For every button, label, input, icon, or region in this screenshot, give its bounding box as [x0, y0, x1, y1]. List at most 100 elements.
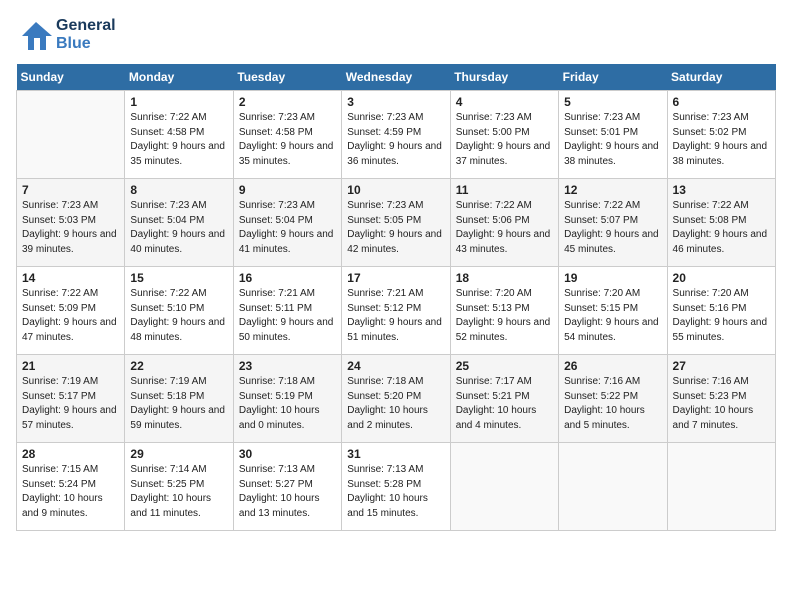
calendar-cell: 27 Sunrise: 7:16 AMSunset: 5:23 PMDaylig… — [667, 355, 775, 443]
day-info: Sunrise: 7:20 AMSunset: 5:15 PMDaylight:… — [564, 287, 661, 345]
day-number: 24 — [347, 359, 444, 373]
calendar-cell: 2 Sunrise: 7:23 AMSunset: 4:58 PMDayligh… — [233, 91, 341, 179]
day-number: 19 — [564, 271, 661, 285]
day-number: 28 — [22, 447, 119, 461]
calendar-cell — [450, 443, 558, 531]
day-number: 23 — [239, 359, 336, 373]
calendar-cell: 5 Sunrise: 7:23 AMSunset: 5:01 PMDayligh… — [559, 91, 667, 179]
day-number: 6 — [673, 95, 770, 109]
calendar-cell: 13 Sunrise: 7:22 AMSunset: 5:08 PMDaylig… — [667, 179, 775, 267]
day-number: 31 — [347, 447, 444, 461]
day-info: Sunrise: 7:21 AMSunset: 5:11 PMDaylight:… — [239, 287, 336, 345]
calendar-cell: 15 Sunrise: 7:22 AMSunset: 5:10 PMDaylig… — [125, 267, 233, 355]
day-info: Sunrise: 7:22 AMSunset: 5:06 PMDaylight:… — [456, 199, 553, 257]
weekday-header-row: SundayMondayTuesdayWednesdayThursdayFrid… — [17, 64, 776, 91]
day-number: 25 — [456, 359, 553, 373]
day-info: Sunrise: 7:21 AMSunset: 5:12 PMDaylight:… — [347, 287, 444, 345]
weekday-header-thursday: Thursday — [450, 64, 558, 91]
calendar-week-row: 1 Sunrise: 7:22 AMSunset: 4:58 PMDayligh… — [17, 91, 776, 179]
calendar-week-row: 14 Sunrise: 7:22 AMSunset: 5:09 PMDaylig… — [17, 267, 776, 355]
calendar-cell: 9 Sunrise: 7:23 AMSunset: 5:04 PMDayligh… — [233, 179, 341, 267]
day-info: Sunrise: 7:22 AMSunset: 4:58 PMDaylight:… — [130, 111, 227, 169]
calendar-cell: 12 Sunrise: 7:22 AMSunset: 5:07 PMDaylig… — [559, 179, 667, 267]
calendar-cell: 29 Sunrise: 7:14 AMSunset: 5:25 PMDaylig… — [125, 443, 233, 531]
day-number: 12 — [564, 183, 661, 197]
day-number: 11 — [456, 183, 553, 197]
calendar-cell: 11 Sunrise: 7:22 AMSunset: 5:06 PMDaylig… — [450, 179, 558, 267]
day-info: Sunrise: 7:19 AMSunset: 5:17 PMDaylight:… — [22, 375, 119, 433]
day-number: 8 — [130, 183, 227, 197]
logo-general: General — [56, 17, 116, 35]
calendar-cell — [559, 443, 667, 531]
calendar-cell: 22 Sunrise: 7:19 AMSunset: 5:18 PMDaylig… — [125, 355, 233, 443]
calendar-cell: 4 Sunrise: 7:23 AMSunset: 5:00 PMDayligh… — [450, 91, 558, 179]
day-info: Sunrise: 7:15 AMSunset: 5:24 PMDaylight:… — [22, 463, 119, 521]
day-info: Sunrise: 7:23 AMSunset: 5:04 PMDaylight:… — [130, 199, 227, 257]
day-number: 27 — [673, 359, 770, 373]
day-number: 3 — [347, 95, 444, 109]
calendar-cell: 3 Sunrise: 7:23 AMSunset: 4:59 PMDayligh… — [342, 91, 450, 179]
day-number: 26 — [564, 359, 661, 373]
day-info: Sunrise: 7:22 AMSunset: 5:09 PMDaylight:… — [22, 287, 119, 345]
day-number: 2 — [239, 95, 336, 109]
calendar-cell: 14 Sunrise: 7:22 AMSunset: 5:09 PMDaylig… — [17, 267, 125, 355]
calendar-cell: 17 Sunrise: 7:21 AMSunset: 5:12 PMDaylig… — [342, 267, 450, 355]
logo: General Blue — [16, 16, 116, 54]
day-number: 18 — [456, 271, 553, 285]
day-info: Sunrise: 7:22 AMSunset: 5:08 PMDaylight:… — [673, 199, 770, 257]
calendar-cell — [17, 91, 125, 179]
calendar-cell: 8 Sunrise: 7:23 AMSunset: 5:04 PMDayligh… — [125, 179, 233, 267]
calendar-week-row: 7 Sunrise: 7:23 AMSunset: 5:03 PMDayligh… — [17, 179, 776, 267]
day-info: Sunrise: 7:14 AMSunset: 5:25 PMDaylight:… — [130, 463, 227, 521]
day-info: Sunrise: 7:13 AMSunset: 5:28 PMDaylight:… — [347, 463, 444, 521]
calendar-cell — [667, 443, 775, 531]
calendar-cell: 28 Sunrise: 7:15 AMSunset: 5:24 PMDaylig… — [17, 443, 125, 531]
day-info: Sunrise: 7:19 AMSunset: 5:18 PMDaylight:… — [130, 375, 227, 433]
calendar-cell: 21 Sunrise: 7:19 AMSunset: 5:17 PMDaylig… — [17, 355, 125, 443]
day-info: Sunrise: 7:23 AMSunset: 5:01 PMDaylight:… — [564, 111, 661, 169]
day-number: 21 — [22, 359, 119, 373]
day-number: 16 — [239, 271, 336, 285]
calendar-cell: 1 Sunrise: 7:22 AMSunset: 4:58 PMDayligh… — [125, 91, 233, 179]
day-info: Sunrise: 7:23 AMSunset: 5:05 PMDaylight:… — [347, 199, 444, 257]
day-info: Sunrise: 7:22 AMSunset: 5:10 PMDaylight:… — [130, 287, 227, 345]
calendar-cell: 6 Sunrise: 7:23 AMSunset: 5:02 PMDayligh… — [667, 91, 775, 179]
calendar-cell: 18 Sunrise: 7:20 AMSunset: 5:13 PMDaylig… — [450, 267, 558, 355]
day-number: 17 — [347, 271, 444, 285]
calendar-week-row: 28 Sunrise: 7:15 AMSunset: 5:24 PMDaylig… — [17, 443, 776, 531]
day-info: Sunrise: 7:23 AMSunset: 4:59 PMDaylight:… — [347, 111, 444, 169]
day-number: 20 — [673, 271, 770, 285]
calendar-cell: 26 Sunrise: 7:16 AMSunset: 5:22 PMDaylig… — [559, 355, 667, 443]
day-number: 30 — [239, 447, 336, 461]
weekday-header-tuesday: Tuesday — [233, 64, 341, 91]
calendar-cell: 10 Sunrise: 7:23 AMSunset: 5:05 PMDaylig… — [342, 179, 450, 267]
weekday-header-saturday: Saturday — [667, 64, 775, 91]
calendar-week-row: 21 Sunrise: 7:19 AMSunset: 5:17 PMDaylig… — [17, 355, 776, 443]
day-info: Sunrise: 7:20 AMSunset: 5:16 PMDaylight:… — [673, 287, 770, 345]
day-number: 10 — [347, 183, 444, 197]
calendar-cell: 16 Sunrise: 7:21 AMSunset: 5:11 PMDaylig… — [233, 267, 341, 355]
day-info: Sunrise: 7:23 AMSunset: 5:00 PMDaylight:… — [456, 111, 553, 169]
weekday-header-monday: Monday — [125, 64, 233, 91]
day-number: 29 — [130, 447, 227, 461]
day-info: Sunrise: 7:18 AMSunset: 5:20 PMDaylight:… — [347, 375, 444, 433]
logo-bird-icon — [16, 16, 54, 54]
calendar-cell: 19 Sunrise: 7:20 AMSunset: 5:15 PMDaylig… — [559, 267, 667, 355]
day-info: Sunrise: 7:16 AMSunset: 5:22 PMDaylight:… — [564, 375, 661, 433]
calendar-cell: 20 Sunrise: 7:20 AMSunset: 5:16 PMDaylig… — [667, 267, 775, 355]
day-number: 15 — [130, 271, 227, 285]
calendar-cell: 25 Sunrise: 7:17 AMSunset: 5:21 PMDaylig… — [450, 355, 558, 443]
day-info: Sunrise: 7:23 AMSunset: 5:04 PMDaylight:… — [239, 199, 336, 257]
day-info: Sunrise: 7:23 AMSunset: 5:03 PMDaylight:… — [22, 199, 119, 257]
weekday-header-wednesday: Wednesday — [342, 64, 450, 91]
logo-blue: Blue — [56, 35, 116, 53]
day-number: 7 — [22, 183, 119, 197]
day-info: Sunrise: 7:16 AMSunset: 5:23 PMDaylight:… — [673, 375, 770, 433]
day-info: Sunrise: 7:17 AMSunset: 5:21 PMDaylight:… — [456, 375, 553, 433]
calendar-cell: 7 Sunrise: 7:23 AMSunset: 5:03 PMDayligh… — [17, 179, 125, 267]
day-info: Sunrise: 7:23 AMSunset: 4:58 PMDaylight:… — [239, 111, 336, 169]
weekday-header-friday: Friday — [559, 64, 667, 91]
day-info: Sunrise: 7:13 AMSunset: 5:27 PMDaylight:… — [239, 463, 336, 521]
calendar-cell: 30 Sunrise: 7:13 AMSunset: 5:27 PMDaylig… — [233, 443, 341, 531]
day-number: 4 — [456, 95, 553, 109]
